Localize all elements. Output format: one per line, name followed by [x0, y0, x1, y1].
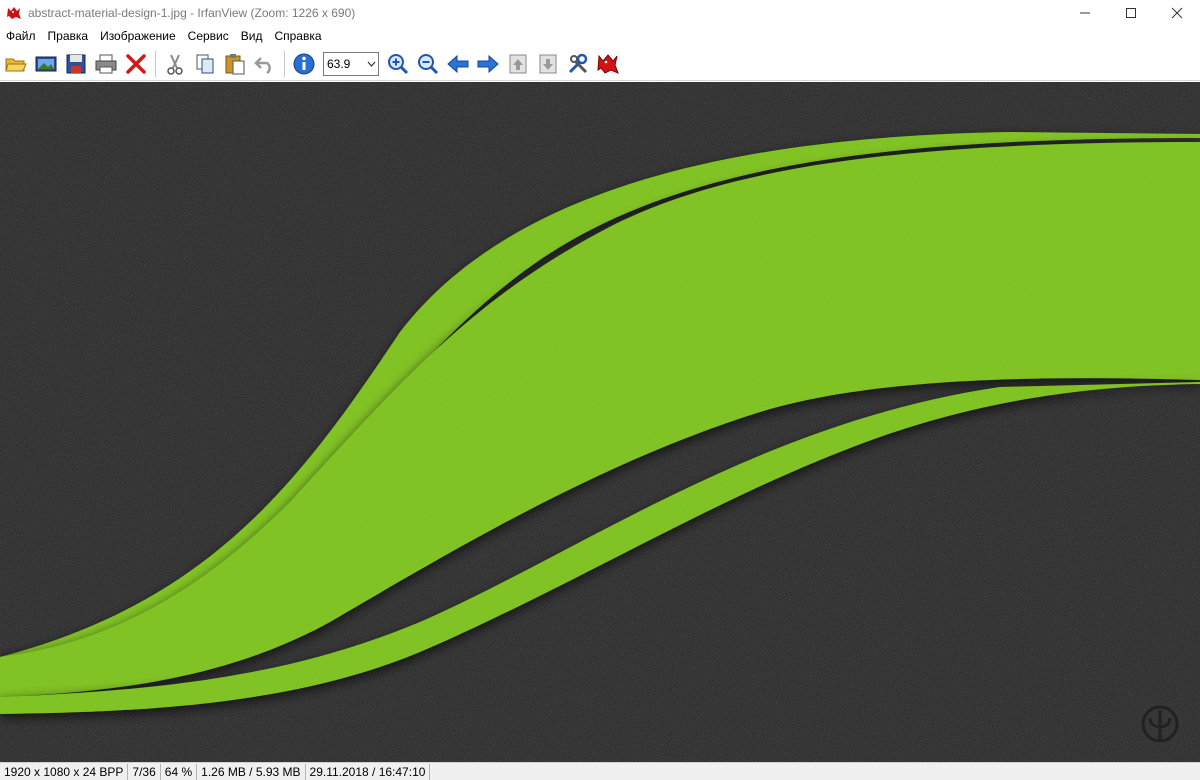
- window-controls: [1062, 0, 1200, 26]
- delete-button[interactable]: [121, 49, 151, 79]
- menu-bar: Файл Правка Изображение Сервис Вид Справ…: [0, 26, 1200, 47]
- menu-options[interactable]: Сервис: [182, 26, 235, 47]
- zoom-select[interactable]: 63.9: [323, 51, 379, 76]
- status-index: 7/36: [128, 763, 161, 780]
- irfanview-devil-icon: [7, 7, 21, 19]
- previous-button[interactable]: [443, 49, 473, 79]
- menu-file[interactable]: Файл: [0, 26, 42, 47]
- minimize-icon: [1080, 12, 1090, 14]
- print-button[interactable]: [91, 49, 121, 79]
- about-button[interactable]: [593, 49, 623, 79]
- settings-icon: [568, 53, 588, 73]
- undo-button[interactable]: [250, 49, 280, 79]
- paste-icon: [225, 53, 245, 74]
- info-button[interactable]: [289, 49, 319, 79]
- zoom-out-button[interactable]: [413, 49, 443, 79]
- cut-icon: [167, 54, 183, 75]
- delete-icon: [126, 53, 146, 74]
- next-button[interactable]: [473, 49, 503, 79]
- status-bar: 1920 x 1080 x 24 BPP 7/36 64 % 1.26 MB /…: [0, 762, 1200, 780]
- cut-button[interactable]: [160, 49, 190, 79]
- open-folder-icon: [5, 58, 27, 71]
- image-canvas: [0, 82, 1200, 762]
- irfanview-devil-icon: [597, 53, 619, 74]
- menu-view[interactable]: Вид: [235, 26, 269, 47]
- save-button[interactable]: [61, 49, 91, 79]
- first-page-icon: [509, 54, 527, 73]
- status-datetime: 29.11.2018 / 16:47:10: [306, 763, 431, 780]
- next-icon: [477, 54, 499, 73]
- print-icon: [95, 54, 117, 73]
- save-icon: [66, 54, 86, 73]
- toolbar-separator: [155, 50, 156, 77]
- minimize-button[interactable]: [1062, 0, 1108, 26]
- image-viewport[interactable]: [0, 82, 1200, 762]
- zoom-out-icon: [418, 53, 439, 74]
- zoom-in-icon: [388, 53, 409, 74]
- last-page-icon: [539, 54, 557, 73]
- slideshow-icon: [35, 56, 57, 71]
- copy-icon: [196, 54, 214, 73]
- menu-image[interactable]: Изображение: [94, 26, 182, 47]
- toolbar: 63.9: [0, 47, 1200, 81]
- foreground-texture: [0, 82, 1200, 762]
- close-button[interactable]: [1154, 0, 1200, 26]
- status-dimensions: 1920 x 1080 x 24 BPP: [0, 763, 129, 780]
- previous-icon: [447, 54, 469, 73]
- title-bar: abstract-material-design-1.jpg - IrfanVi…: [0, 0, 1200, 26]
- status-zoom: 64 %: [161, 763, 198, 780]
- zoom-in-button[interactable]: [383, 49, 413, 79]
- undo-icon: [254, 56, 271, 74]
- maximize-button[interactable]: [1108, 0, 1154, 26]
- window-title: abstract-material-design-1.jpg - IrfanVi…: [28, 6, 356, 20]
- last-page-button[interactable]: [533, 49, 563, 79]
- toolbar-separator: [284, 50, 285, 77]
- first-page-button[interactable]: [503, 49, 533, 79]
- copy-button[interactable]: [190, 49, 220, 79]
- info-icon: [293, 53, 315, 74]
- paste-button[interactable]: [220, 49, 250, 79]
- maximize-icon: [1126, 8, 1136, 18]
- slideshow-button[interactable]: [31, 49, 61, 79]
- zoom-value: 63.9: [327, 56, 351, 71]
- open-button[interactable]: [1, 49, 31, 79]
- close-icon: [1171, 7, 1183, 19]
- status-file-size: 1.26 MB / 5.93 MB: [197, 763, 306, 780]
- menu-edit[interactable]: Правка: [42, 26, 95, 47]
- chevron-down-icon[interactable]: [364, 53, 378, 75]
- settings-button[interactable]: [563, 49, 593, 79]
- menu-help[interactable]: Справка: [268, 26, 327, 47]
